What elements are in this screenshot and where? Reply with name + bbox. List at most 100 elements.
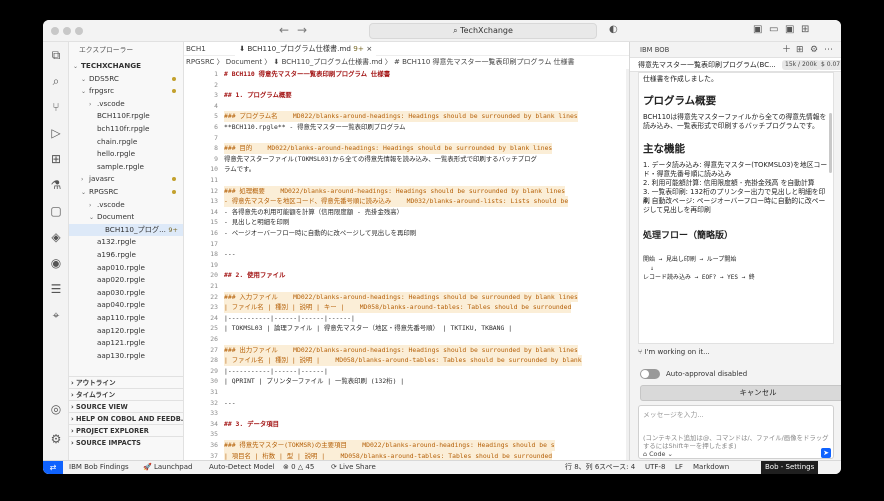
tree-item[interactable]: ⌄ RPGSRC [69,186,183,199]
code-line[interactable]: 29 |-----------|------|------| [184,366,629,377]
code-line[interactable]: 33 [184,408,629,419]
tree-item[interactable]: › .vscode [69,199,183,212]
tree-item[interactable]: ⌄ TECHXCHANGE [69,60,183,73]
tree-item[interactable]: aap130.rpgle [69,350,183,363]
tree-item[interactable]: a196.rpgle [69,249,183,262]
remote-explorer-icon[interactable]: ▢ [49,204,63,218]
copilot-icon[interactable]: ◐ [609,24,618,35]
code-line[interactable]: 9 得意先マスターファイル(TOKMSL03)から全ての得意先情報を読み込み、一覧… [184,154,629,165]
tree-item[interactable]: chain.rpgle [69,136,183,149]
code-line[interactable]: 1 # BCH110 得意先マスター一覧表印刷プログラム 仕様書 [184,69,629,80]
code-line[interactable]: 31 [184,387,629,398]
tree-item[interactable]: ⌄ Document [69,211,183,224]
status-live-share[interactable]: ⟳ Live Share [331,461,376,474]
code-line[interactable]: 10 ラムです。 [184,164,629,175]
code-line[interactable]: 25 | TOKMSL03 | 論理ファイル | 得意先マスター（地区・得意先番号… [184,323,629,334]
tab-previous[interactable]: BCH1 [186,44,206,53]
code-line[interactable]: 6 **BCH110.rpgle** - 得意先マスター一覧表印刷プログラム [184,122,629,133]
extensions-icon[interactable]: ⊞ [49,152,63,166]
tree-item[interactable]: a132.rpgle [69,236,183,249]
cancel-button[interactable]: キャンセル [640,385,841,401]
account-icon[interactable]: ◎ [49,402,63,416]
status-cursor-position[interactable]: 行 8、列 6 [565,461,599,474]
auto-approval-toggle-row[interactable]: Auto-approval disabled [640,369,747,379]
code-line[interactable]: 19 [184,260,629,271]
map-icon[interactable]: ⌖ [49,308,63,322]
code-line[interactable]: 3 ## 1. プログラム概要 [184,90,629,101]
status-language[interactable]: Markdown [693,461,729,474]
status-encoding[interactable]: UTF-8 [645,461,665,474]
chat-scrollbar[interactable] [829,113,832,173]
customize-layout-icon[interactable]: ⊞ [801,24,809,35]
status-bob-settings[interactable]: Bob - Settings [761,461,819,474]
run-debug-icon[interactable]: ▷ [49,126,63,140]
tree-item[interactable]: ⌄ DDS5RC [69,73,183,86]
minimize-window-button[interactable] [63,27,71,35]
code-line[interactable]: 4 [184,101,629,112]
code-line[interactable]: 5 ### プログラム名 MD022/blanks-around-headings… [184,111,629,122]
chat-input[interactable]: メッセージを入力... (コンテキスト追加は@、コマンドは/、ファイル/画像をド… [638,405,834,459]
layout-secondary-icon[interactable]: ▣ [785,24,794,35]
breadcrumb[interactable]: RPGSRC 〉 Document 〉 ⬇ BCH110_プログラム仕様書.md… [184,56,629,68]
sidebar-panel-header[interactable]: › HELP ON COBOL AND FEEDB... [69,412,183,424]
bob-icon[interactable]: ◉ [49,256,63,270]
auto-approval-toggle[interactable] [640,369,660,379]
code-line[interactable]: 17 [184,239,629,250]
code-line[interactable]: 16 - ページオーバーフロー時に自動的に改ページして見出しを再印刷 [184,228,629,239]
settings-icon[interactable]: ⚙ [810,42,818,58]
code-line[interactable]: 32 --- [184,398,629,409]
status-eol[interactable]: LF [675,461,683,474]
send-button[interactable]: ➤ [821,448,831,458]
sidebar-panel-header[interactable]: › タイムライン [69,388,183,400]
database-icon[interactable]: ☰ [49,282,63,296]
tree-item[interactable]: aap030.rpgle [69,287,183,300]
tree-item[interactable]: aap120.rpgle [69,325,183,338]
maximize-window-button[interactable] [75,27,83,35]
code-line[interactable]: 11 [184,175,629,186]
forward-arrow-icon[interactable]: → [297,23,307,37]
code-line[interactable]: 23 | ファイル名 | 種別 | 説明 | キー | MD058/blanks-… [184,302,629,313]
close-tab-icon[interactable]: × [366,44,372,53]
explorer-icon[interactable]: ⧉ [49,48,63,62]
code-line[interactable]: 37 | 項目名 | 桁数 | 型 | 説明 | MD058/blanks-aro… [184,450,629,460]
close-window-button[interactable] [51,27,59,35]
code-line[interactable]: 7 [184,133,629,144]
tree-item[interactable]: BCH110_プログ... 9+ [69,223,183,237]
sidebar-panel-header[interactable]: › SOURCE VIEW [69,400,183,412]
ibm-i-icon[interactable]: ◈ [49,230,63,244]
sidebar-panel-header[interactable]: › アウトライン [69,376,183,388]
code-line[interactable]: 36 ### 得意先マスター(TOKMSR)の主要項目 MD022/blanks-… [184,440,629,451]
code-line[interactable]: 34 ## 3. データ項目 [184,419,629,430]
history-icon[interactable]: ⊞ [796,42,804,58]
new-chat-icon[interactable]: ＋ [782,42,791,58]
tab-active-file[interactable]: ⬇ BCH110_プログラム仕様書.md 9+ × [235,42,377,56]
code-line[interactable]: 2 [184,80,629,91]
code-line[interactable]: 24 |-----------|------|------|------| [184,313,629,324]
code-line[interactable]: 8 ### 目的 MD022/blanks-around-headings: He… [184,143,629,154]
tree-item[interactable]: › javasrc [69,173,183,186]
status-launchpad[interactable]: 🚀 Launchpad [143,461,192,474]
tree-item[interactable]: aap121.rpgle [69,337,183,350]
tree-item[interactable]: aap110.rpgle [69,312,183,325]
back-arrow-icon[interactable]: ← [279,23,289,37]
sidebar-panel-header[interactable]: › PROJECT EXPLORER [69,424,183,436]
code-line[interactable]: 14 - 各得意先の利用可能額を計算（信用限度額 - 売掛金残高） [184,207,629,218]
source-control-icon[interactable]: ⑂ [49,100,63,114]
test-icon[interactable]: ⚗ [49,178,63,192]
code-line[interactable]: 30 | QPRINT | プリンターファイル | 一覧表印刷 (132桁) | [184,376,629,387]
tree-item[interactable]: aap010.rpgle [69,262,183,275]
code-line[interactable]: 20 ## 2. 使用ファイル [184,270,629,281]
tree-item[interactable]: sample.rpgle [69,161,183,174]
tree-item[interactable]: › .vscode [69,98,183,111]
layout-panel-icon[interactable]: ▭ [769,24,778,35]
code-line[interactable]: 27 ### 出力ファイル MD022/blanks-around-heading… [184,344,629,356]
code-line[interactable]: 28 | ファイル名 | 種別 | 説明 | MD058/blanks-aroun… [184,355,629,366]
code-line[interactable]: 35 [184,429,629,440]
code-line[interactable]: 13 - 得意先マスターを地区コード、得意先番号順に読み込み MD032/blan… [184,196,629,207]
search-icon[interactable]: ⌕ [49,74,63,88]
code-line[interactable]: 26 [184,334,629,345]
status-auto-detect[interactable]: Auto-Detect Model [209,461,275,474]
tree-item[interactable]: hello.rpgle [69,148,183,161]
status-spaces[interactable]: スペース: 4 [599,461,635,474]
code-line[interactable]: 22 ### 入力ファイル MD022/blanks-around-heading… [184,291,629,303]
